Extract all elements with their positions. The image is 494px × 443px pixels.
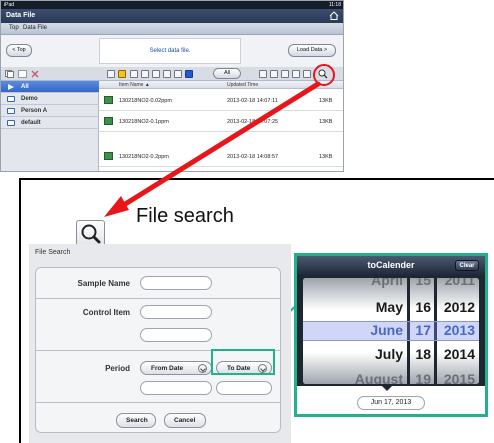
clear-button[interactable]: Clear: [455, 260, 479, 271]
control-item-input-2[interactable]: [140, 328, 212, 342]
sample-name-label: Sample Name: [77, 279, 130, 288]
popover-pointer: [381, 385, 393, 391]
calendar-header: toCalender Clear: [297, 256, 485, 276]
from-date-button[interactable]: From Date: [140, 361, 212, 375]
from-date-label: From Date: [151, 365, 184, 372]
year-value: 2015: [443, 371, 475, 384]
day-value: 19: [415, 371, 431, 384]
file-search-panel: File Search Sample Name Control Item Per…: [29, 244, 291, 443]
month-value-selected: June: [370, 322, 403, 338]
search-submit-button[interactable]: Search: [116, 413, 156, 428]
sample-name-input[interactable]: [140, 276, 212, 290]
to-date-field[interactable]: [216, 381, 272, 395]
calendar-picker: toCalender Clear April May June July Aug…: [294, 253, 488, 417]
selected-date-field[interactable]: Jun 17, 2013: [357, 396, 425, 410]
calendar-footer: Jun 17, 2013: [297, 385, 485, 414]
month-value: July: [374, 346, 403, 362]
to-date-highlight-box: [211, 349, 275, 375]
control-item-label: Control Item: [82, 308, 130, 317]
control-item-input-1[interactable]: [140, 305, 212, 319]
cancel-button[interactable]: Cancel: [164, 413, 206, 428]
day-value: 16: [415, 299, 431, 315]
from-date-field[interactable]: [140, 381, 212, 395]
month-value: April: [371, 278, 403, 288]
form-divider: [36, 402, 280, 403]
day-value-selected: 17: [415, 322, 431, 338]
year-value: 2014: [443, 346, 475, 362]
period-label: Period: [105, 364, 130, 373]
file-search-caption: File search: [136, 205, 234, 227]
date-wheel[interactable]: April May June July August 15 16 17 18 1…: [303, 278, 479, 384]
file-search-title: File Search: [35, 249, 71, 256]
month-value: May: [375, 299, 403, 315]
year-value: 2011: [444, 278, 475, 288]
day-value: 18: [415, 346, 431, 362]
day-value: 15: [415, 278, 431, 288]
year-value: 2012: [443, 299, 475, 315]
chevron-down-icon: [198, 364, 207, 373]
search-button-label: Search: [126, 417, 148, 424]
form-divider: [36, 298, 280, 299]
year-value-selected: 2013: [443, 322, 475, 338]
cancel-button-label: Cancel: [174, 417, 196, 424]
month-value: August: [354, 371, 403, 384]
